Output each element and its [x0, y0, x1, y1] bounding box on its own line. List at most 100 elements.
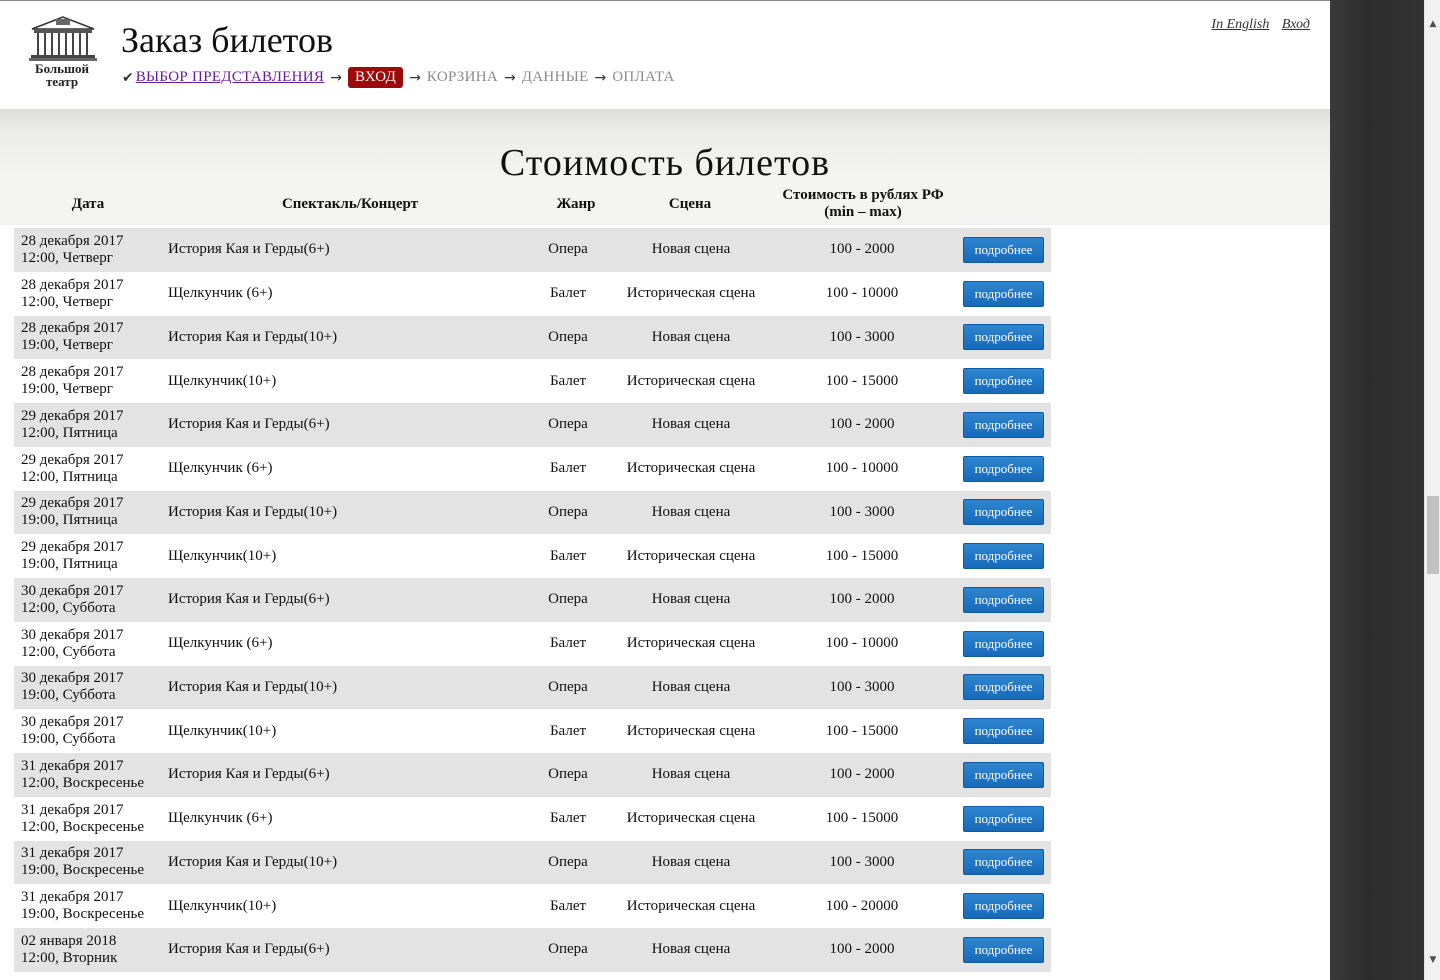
- price-cell: 100 - 3000: [829, 853, 895, 870]
- arrow-right-icon: →: [409, 69, 421, 86]
- breadcrumb-step-select-show[interactable]: ВЫБОР ПРЕДСТАВЛЕНИЯ: [136, 69, 324, 86]
- date-text: 29 декабря 2017: [21, 451, 124, 468]
- scroll-thumb[interactable]: [1427, 496, 1439, 574]
- stage-cell: Новая сцена: [651, 328, 731, 345]
- breadcrumb-step-cart: КОРЗИНА: [426, 69, 499, 85]
- price-cell: 100 - 15000: [825, 810, 899, 827]
- time-text: 19:00, Четверг: [21, 381, 113, 398]
- details-cell: подробнее: [963, 316, 1044, 360]
- scroll-down-icon[interactable]: ▼: [1425, 952, 1440, 968]
- date-cell: 28 декабря 2017 12:00, Четверг: [21, 228, 124, 272]
- time-text: 12:00, Суббота: [21, 643, 116, 660]
- details-button[interactable]: подробнее: [963, 849, 1044, 876]
- genre-cell: Опера: [548, 941, 588, 958]
- scroll-up-icon[interactable]: ▲: [1425, 16, 1440, 32]
- column-header-price: Стоимость в рублях РФ (min – max): [752, 187, 974, 221]
- bolshoi-logo[interactable]: Большой театр: [24, 15, 100, 95]
- genre-cell: Опера: [548, 416, 588, 433]
- stage-cell: Историческая сцена: [626, 635, 756, 652]
- show-cell: История Кая и Герды(10+): [168, 678, 338, 695]
- details-button[interactable]: подробнее: [963, 936, 1044, 963]
- table-row: 28 декабря 2017 12:00, Четверг Щелкунчик (…: [14, 271, 1051, 316]
- details-button[interactable]: подробнее: [963, 236, 1044, 263]
- details-button[interactable]: подробнее: [963, 411, 1044, 438]
- genre-cell: Опера: [548, 678, 588, 695]
- date-text: 28 декабря 2017: [21, 364, 124, 381]
- date-cell: 31 декабря 2017 12:00, Воскресенье: [21, 753, 144, 797]
- details-button[interactable]: подробнее: [963, 893, 1044, 920]
- details-button[interactable]: подробнее: [963, 674, 1044, 701]
- details-cell: подробнее: [963, 272, 1044, 316]
- details-cell: подробнее: [963, 709, 1044, 753]
- column-header-date: Дата: [71, 196, 105, 212]
- table-row: 02 января 2018 12:00, Вторник История Кая …: [14, 928, 1051, 972]
- details-cell: подробнее: [963, 491, 1044, 535]
- time-text: 12:00, Пятница: [21, 424, 118, 441]
- stage-cell: Историческая сцена: [626, 372, 756, 389]
- price-cell: 100 - 15000: [825, 372, 899, 389]
- price-cell: 100 - 10000: [825, 460, 899, 477]
- date-cell: 02 января 2018 12:00, Вторник: [21, 928, 117, 972]
- details-cell: подробнее: [963, 403, 1044, 447]
- english-link[interactable]: In English: [1211, 17, 1269, 32]
- details-cell: подробнее: [963, 753, 1044, 797]
- date-text: 29 декабря 2017: [21, 539, 124, 556]
- details-button[interactable]: подробнее: [963, 499, 1044, 526]
- show-cell: Щелкунчик (6+): [168, 460, 273, 477]
- stage-cell: Новая сцена: [651, 766, 731, 783]
- details-cell: подробнее: [963, 884, 1044, 928]
- date-text: 31 декабря 2017: [21, 801, 124, 818]
- date-text: 30 декабря 2017: [21, 626, 124, 643]
- show-cell: История Кая и Герды(10+): [168, 853, 338, 870]
- page-background-edge: [1330, 0, 1424, 980]
- price-cell: 100 - 3000: [829, 678, 895, 695]
- table-row: 29 декабря 2017 12:00, Пятница Щелкунчик (…: [14, 446, 1051, 491]
- show-cell: Щелкунчик (6+): [168, 285, 273, 302]
- login-link[interactable]: Вход: [1282, 17, 1310, 32]
- details-button[interactable]: подробнее: [963, 718, 1044, 745]
- arrow-right-icon: →: [330, 69, 342, 86]
- date-cell: 29 декабря 2017 12:00, Пятница: [21, 447, 124, 491]
- page: Большой театр Заказ билетов ✔ ВЫБОР ПРЕД…: [0, 0, 1330, 980]
- details-cell: подробнее: [963, 359, 1044, 403]
- details-button[interactable]: подробнее: [963, 455, 1044, 482]
- price-cell: 100 - 2000: [829, 241, 895, 258]
- details-button[interactable]: подробнее: [963, 368, 1044, 395]
- stage-cell: Новая сцена: [651, 941, 731, 958]
- stage-cell: Новая сцена: [651, 591, 731, 608]
- header: Большой театр Заказ билетов ✔ ВЫБОР ПРЕД…: [0, 1, 1330, 109]
- vertical-scrollbar[interactable]: ▲ ▼: [1424, 0, 1440, 980]
- price-cell: 100 - 2000: [829, 416, 895, 433]
- price-cell: 100 - 15000: [825, 722, 899, 739]
- performances-table: 28 декабря 2017 12:00, Четверг История Кая…: [14, 228, 1051, 972]
- date-cell: 28 декабря 2017 12:00, Четверг: [21, 272, 124, 316]
- price-header-line2: (min – max): [824, 204, 902, 220]
- top-links: In English Вход: [1202, 17, 1310, 33]
- date-cell: 29 декабря 2017 12:00, Пятница: [21, 403, 124, 447]
- stage-cell: Новая сцена: [651, 853, 731, 870]
- details-button[interactable]: подробнее: [963, 761, 1044, 788]
- price-cell: 100 - 2000: [829, 591, 895, 608]
- date-text: 31 декабря 2017: [21, 757, 124, 774]
- details-cell: подробнее: [963, 578, 1044, 622]
- table-row: 28 декабря 2017 12:00, Четверг История Кая…: [14, 228, 1051, 272]
- table-header: Дата Спектакль/Концерт Жанр Сцена Стоимо…: [0, 187, 1060, 223]
- date-text: 30 декабря 2017: [21, 582, 124, 599]
- show-cell: История Кая и Герды(10+): [168, 328, 338, 345]
- genre-cell: Балет: [549, 810, 587, 827]
- details-button[interactable]: подробнее: [963, 805, 1044, 832]
- column-header-stage: Сцена: [668, 196, 712, 212]
- date-cell: 31 декабря 2017 19:00, Воскресенье: [21, 841, 144, 885]
- details-button[interactable]: подробнее: [963, 586, 1044, 613]
- breadcrumb-step-login: ВХОД: [347, 67, 404, 88]
- time-text: 19:00, Четверг: [21, 337, 113, 354]
- details-button[interactable]: подробнее: [963, 324, 1044, 351]
- genre-cell: Балет: [549, 372, 587, 389]
- table-row: 28 декабря 2017 19:00, Четверг Щелкунчик(1…: [14, 359, 1051, 403]
- details-button[interactable]: подробнее: [963, 630, 1044, 657]
- details-button[interactable]: подробнее: [963, 280, 1044, 307]
- price-cell: 100 - 3000: [829, 328, 895, 345]
- details-cell: подробнее: [963, 622, 1044, 666]
- details-button[interactable]: подробнее: [963, 543, 1044, 570]
- time-text: 12:00, Пятница: [21, 468, 118, 485]
